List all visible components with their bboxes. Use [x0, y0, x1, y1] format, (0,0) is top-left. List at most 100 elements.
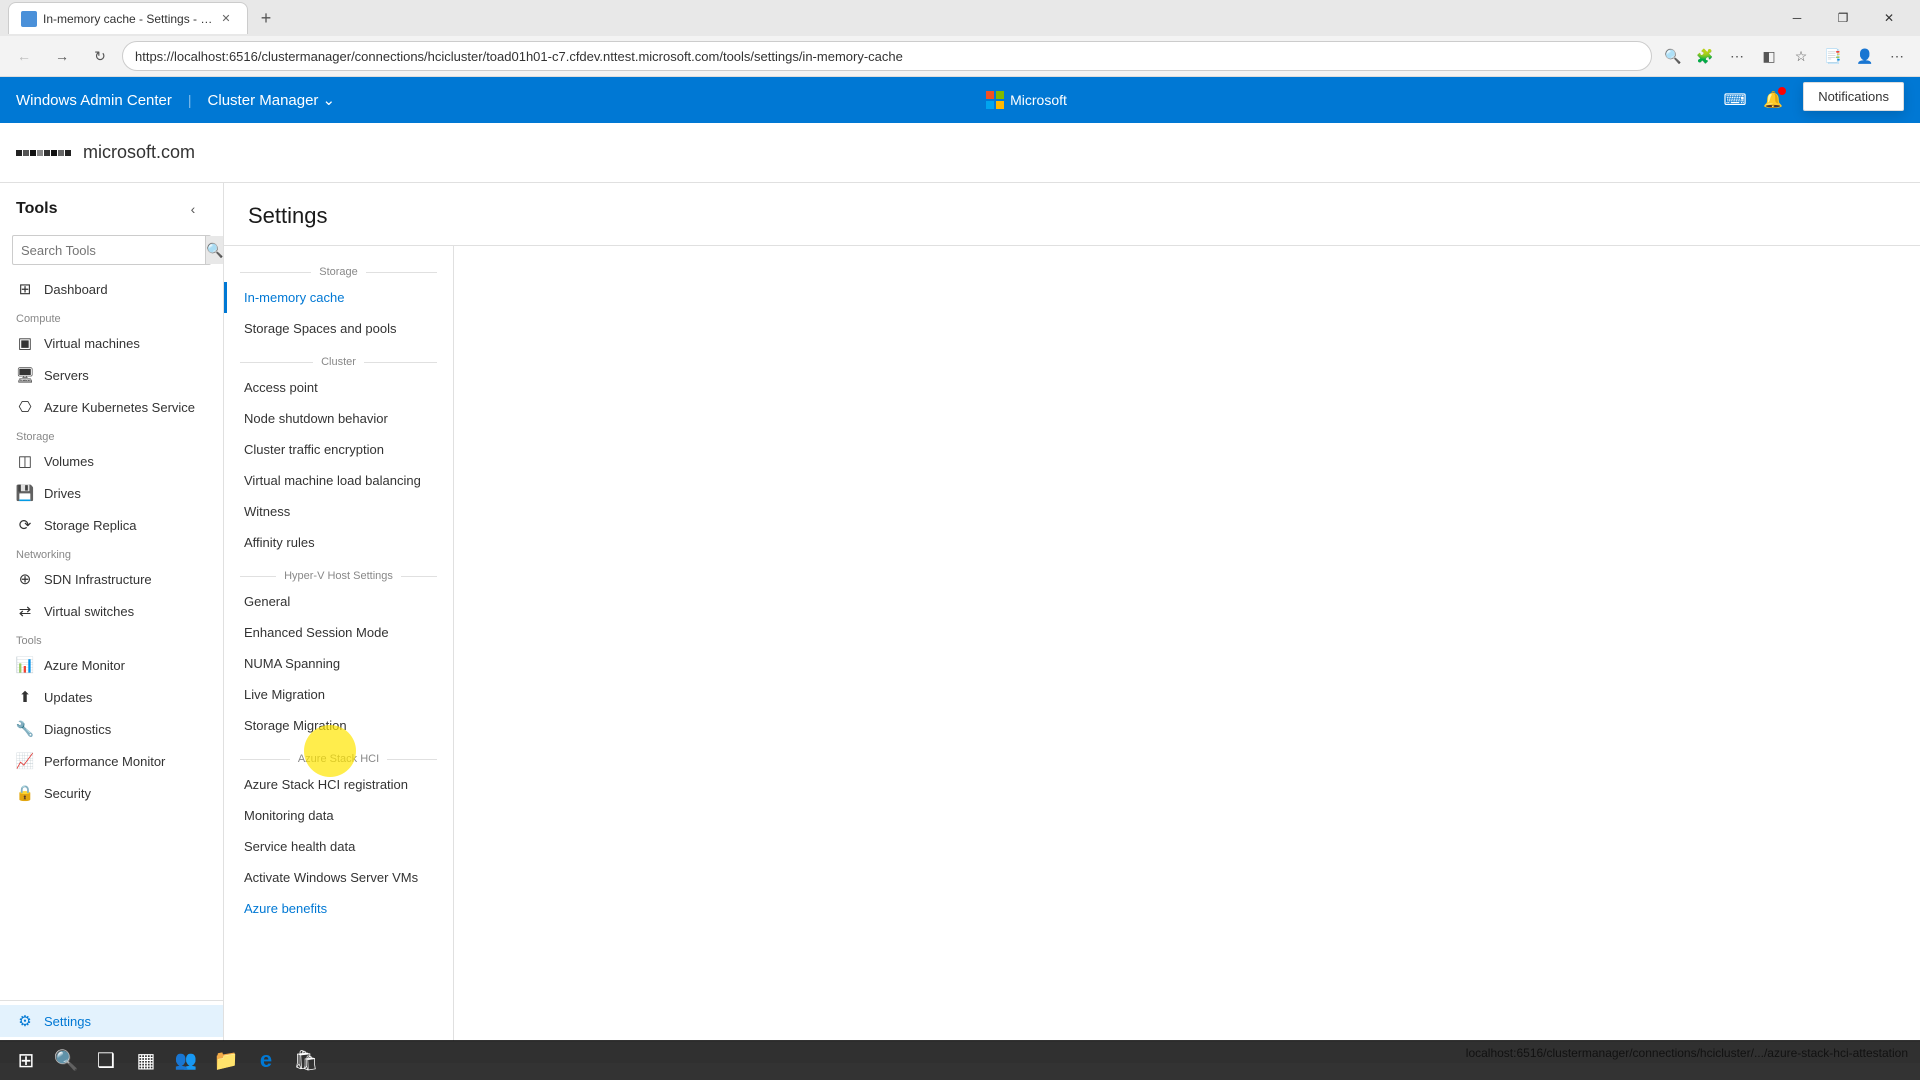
address-bar-row: ← → ↻ https://localhost:6516/clustermana… — [0, 36, 1920, 76]
diagnostics-icon: 🔧 — [16, 720, 34, 738]
tab-close-button[interactable]: ✕ — [217, 10, 235, 28]
settings-nav-witness[interactable]: Witness — [224, 496, 453, 527]
refresh-button[interactable]: ↻ — [84, 40, 116, 72]
settings-nav-numa-spanning[interactable]: NUMA Spanning — [224, 648, 453, 679]
main-layout: Tools ‹ 🔍 ⊞ Dashboard Compute ▣ Virtual … — [0, 183, 1920, 1041]
taskbar: ⊞ 🔍 ❑ ▦ 👥 📁 e 🛍 — [0, 1040, 1920, 1080]
active-tab[interactable]: In-memory cache - Settings - Cl... ✕ — [8, 2, 248, 34]
minimize-button[interactable]: ─ — [1774, 0, 1820, 36]
sidebar-item-label: Dashboard — [44, 282, 108, 297]
sidebar-collapse-button[interactable]: ‹ — [179, 195, 207, 223]
back-button[interactable]: ← — [8, 40, 40, 72]
settings-nav-storage-spaces[interactable]: Storage Spaces and pools — [224, 313, 453, 344]
address-bar[interactable]: https://localhost:6516/clustermanager/co… — [122, 41, 1652, 71]
sidebar-item-sdn[interactable]: ⊕ SDN Infrastructure — [0, 563, 223, 595]
tab-favicon — [21, 11, 37, 27]
settings-nav-monitoring-data[interactable]: Monitoring data — [224, 800, 453, 831]
settings-nav: Storage In-memory cache Storage Spaces a… — [224, 246, 454, 1041]
sidebar-item-drives[interactable]: 💾 Drives — [0, 477, 223, 509]
cluster-manager-label: Cluster Manager — [208, 92, 319, 109]
logo-area: microsoft.com — [0, 123, 1920, 183]
settings-nav-enhanced-session[interactable]: Enhanced Session Mode — [224, 617, 453, 648]
terminal-icon-btn[interactable]: ⌨ — [1718, 83, 1752, 117]
start-button[interactable]: ⊞ — [8, 1042, 44, 1078]
ellipsis-icon[interactable]: ⋯ — [1882, 41, 1912, 71]
sidebar-item-label: SDN Infrastructure — [44, 572, 152, 587]
settings-nav-general[interactable]: General — [224, 586, 453, 617]
settings-icon: ⚙ — [16, 1012, 34, 1030]
settings-nav-activate-windows[interactable]: Activate Windows Server VMs — [224, 862, 453, 893]
sidebar-item-label: Azure Monitor — [44, 658, 125, 673]
cluster-manager-dropdown[interactable]: Cluster Manager ⌄ — [208, 91, 335, 109]
sidebar-icon[interactable]: ◧ — [1754, 41, 1784, 71]
sidebar-item-label: Updates — [44, 690, 92, 705]
settings-nav-azure-hci-registration[interactable]: Azure Stack HCI registration — [224, 769, 453, 800]
ms-logo: Microsoft — [986, 91, 1067, 109]
collections-icon[interactable]: 📑 — [1818, 41, 1848, 71]
drives-icon: 💾 — [16, 484, 34, 502]
browser-chrome: In-memory cache - Settings - Cl... ✕ + ─… — [0, 0, 1920, 77]
teams-button[interactable]: 👥 — [168, 1042, 204, 1078]
hyperv-section-divider: Hyper-V Host Settings — [224, 558, 453, 586]
sidebar-item-azure-kubernetes[interactable]: ⎔ Azure Kubernetes Service — [0, 391, 223, 423]
sidebar-item-storage-replica[interactable]: ⟳ Storage Replica — [0, 509, 223, 541]
widgets-button[interactable]: ▦ — [128, 1042, 164, 1078]
sdn-icon: ⊕ — [16, 570, 34, 588]
sidebar-nav: ⊞ Dashboard Compute ▣ Virtual machines 🖥… — [0, 273, 223, 1000]
sidebar-item-updates[interactable]: ⬆ Updates — [0, 681, 223, 713]
search-icon-btn[interactable]: 🔍 — [1658, 41, 1688, 71]
sidebar-item-dashboard[interactable]: ⊞ Dashboard — [0, 273, 223, 305]
sidebar-item-virtual-machines[interactable]: ▣ Virtual machines — [0, 327, 223, 359]
sidebar-header: Tools ‹ — [0, 183, 223, 231]
store-button[interactable]: 🛍 — [288, 1042, 324, 1078]
edge-button[interactable]: e — [248, 1042, 284, 1078]
forward-button[interactable]: → — [46, 40, 78, 72]
sidebar-item-servers[interactable]: 🖥 Servers — [0, 359, 223, 391]
new-tab-button[interactable]: + — [252, 4, 280, 32]
sidebar-item-azure-monitor[interactable]: 📊 Azure Monitor — [0, 649, 223, 681]
sidebar-item-security[interactable]: 🔒 Security — [0, 777, 223, 809]
search-input[interactable] — [13, 243, 205, 258]
notification-bell-btn[interactable]: 🔔 — [1756, 83, 1790, 117]
restore-button[interactable]: ❐ — [1820, 0, 1866, 36]
logo-text: microsoft.com — [83, 142, 195, 163]
security-icon: 🔒 — [16, 784, 34, 802]
settings-nav-node-shutdown[interactable]: Node shutdown behavior — [224, 403, 453, 434]
networking-section-label: Networking — [0, 541, 223, 563]
close-button[interactable]: ✕ — [1866, 0, 1912, 36]
perf-monitor-icon: 📈 — [16, 752, 34, 770]
settings-nav-service-health[interactable]: Service health data — [224, 831, 453, 862]
search-icon[interactable]: 🔍 — [205, 236, 223, 264]
more-tools-icon[interactable]: ⋯ — [1722, 41, 1752, 71]
task-view-button[interactable]: ❑ — [88, 1042, 124, 1078]
profile-icon[interactable]: 👤 — [1850, 41, 1880, 71]
settings-nav-vm-load-balancing[interactable]: Virtual machine load balancing — [224, 465, 453, 496]
cluster-section-divider: Cluster — [224, 344, 453, 372]
favorites-icon[interactable]: ☆ — [1786, 41, 1816, 71]
settings-nav-cluster-encryption[interactable]: Cluster traffic encryption — [224, 434, 453, 465]
sidebar-item-label: Virtual switches — [44, 604, 134, 619]
sidebar-item-diagnostics[interactable]: 🔧 Diagnostics — [0, 713, 223, 745]
search-taskbar-button[interactable]: 🔍 — [48, 1042, 84, 1078]
sidebar-item-virtual-switches[interactable]: ⇄ Virtual switches — [0, 595, 223, 627]
settings-nav-affinity-rules[interactable]: Affinity rules — [224, 527, 453, 558]
settings-nav-live-migration[interactable]: Live Migration — [224, 679, 453, 710]
settings-nav-in-memory-cache[interactable]: In-memory cache — [224, 282, 453, 313]
sidebar-item-performance-monitor[interactable]: 📈 Performance Monitor — [0, 745, 223, 777]
sidebar-item-volumes[interactable]: ◫ Volumes — [0, 445, 223, 477]
sidebar: Tools ‹ 🔍 ⊞ Dashboard Compute ▣ Virtual … — [0, 183, 224, 1041]
sidebar-item-label: Performance Monitor — [44, 754, 165, 769]
extensions-icon[interactable]: 🧩 — [1690, 41, 1720, 71]
settings-header: Settings — [224, 183, 1920, 246]
search-box[interactable]: 🔍 — [12, 235, 211, 265]
file-explorer-button[interactable]: 📁 — [208, 1042, 244, 1078]
settings-title: Settings — [248, 203, 1896, 229]
settings-nav-storage-migration[interactable]: Storage Migration — [224, 710, 453, 741]
settings-nav-azure-benefits[interactable]: Azure benefits — [224, 893, 453, 924]
storage-section-label: Storage — [0, 423, 223, 445]
storage-section-divider: Storage — [224, 254, 453, 282]
ms-label: Microsoft — [1010, 92, 1067, 108]
sidebar-item-settings[interactable]: ⚙ Settings — [0, 1005, 223, 1037]
settings-nav-access-point[interactable]: Access point — [224, 372, 453, 403]
cluster-manager-chevron: ⌄ — [322, 91, 335, 109]
